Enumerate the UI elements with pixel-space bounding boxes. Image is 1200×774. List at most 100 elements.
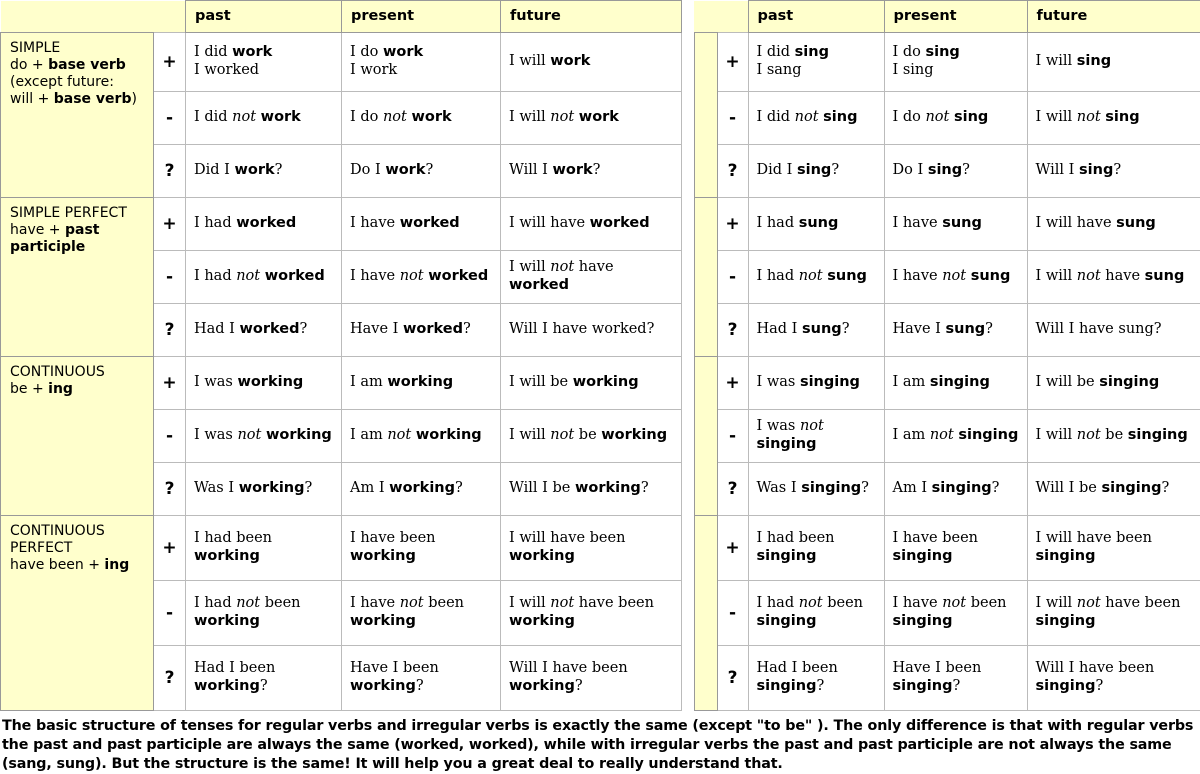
table-row: ? Was I singing? Am I singing? Will I be…	[682, 461, 1200, 516]
cell-continuous-negative-present: I am not singing	[883, 408, 1028, 463]
table-gap	[682, 356, 694, 515]
sign-positive: +	[716, 31, 749, 92]
cell-continuous-negative-future: I will not be working	[500, 408, 682, 463]
table-row: - I was not singing I am not singing I w…	[682, 408, 1200, 463]
cell-simple-positive-future: I will sing	[1026, 31, 1200, 92]
sign-positive: +	[716, 196, 749, 251]
tables-container: past present future SIMPLE do + base verb…	[0, 0, 1200, 711]
cell-continuous-question-present: Am I working?	[341, 461, 501, 516]
sign-question: ?	[153, 302, 186, 357]
cell-continuous-question-future: Will I be singing?	[1026, 461, 1200, 516]
section-label-spacer-simple-perfect	[693, 196, 718, 357]
cell-continuous-positive-future: I will be working	[500, 355, 682, 410]
cell-simple-perfect-question-future: Will I have worked?	[500, 302, 682, 357]
cell-continuous-perfect-question-future: Will I have been working?	[500, 644, 682, 711]
cell-continuous-positive-present: I am working	[341, 355, 501, 410]
table-header-row: past present future	[682, 0, 1200, 33]
cell-simple-perfect-positive-future: I will have sung	[1026, 196, 1200, 251]
cell-simple-positive-future: I will work	[500, 31, 682, 92]
cell-continuous-perfect-positive-future: I will have been singing	[1026, 514, 1200, 581]
cell-simple-question-past: Did I sing?	[747, 143, 885, 198]
sign-negative: -	[153, 579, 186, 646]
sign-question: ?	[716, 461, 749, 516]
table-row: ? Had I sung? Have I sung? Will I have s…	[682, 302, 1200, 357]
table-row: ? Did I sing? Do I sing? Will I sing?	[682, 143, 1200, 198]
cell-simple-perfect-positive-present: I have worked	[341, 196, 501, 251]
cell-simple-positive-present: I do sing I sing	[883, 31, 1028, 92]
cell-continuous-negative-past: I was not singing	[747, 408, 885, 463]
section-label-simple-perfect: SIMPLE PERFECT have + past participle	[0, 196, 154, 357]
cell-continuous-positive-past: I was working	[185, 355, 342, 410]
tenses-chart: past present future SIMPLE do + base verb…	[0, 0, 1200, 772]
sign-negative: -	[153, 90, 186, 145]
table-row: CONTINUOUS be + ing + I was working I am …	[0, 355, 682, 516]
cell-simple-perfect-negative-past: I had not sung	[747, 249, 885, 304]
cell-simple-positive-past: I did work I worked	[185, 31, 342, 92]
cell-continuous-perfect-question-past: Had I been working?	[185, 644, 342, 711]
cell-continuous-question-future: Will I be working?	[500, 461, 682, 516]
column-header-past: past	[185, 0, 342, 33]
section-continuous: CONTINUOUS be + ing + I was working I am …	[0, 355, 682, 516]
cell-continuous-perfect-question-future: Will I have been singing?	[1026, 644, 1200, 711]
table-gap	[682, 515, 694, 710]
header-sign-blank	[153, 0, 186, 32]
section-continuous-perfect: + I had been singing I have been singing I…	[682, 514, 1200, 711]
sign-negative: -	[153, 249, 186, 304]
sign-question: ?	[153, 461, 186, 516]
cell-simple-perfect-positive-past: I had worked	[185, 196, 342, 251]
cell-simple-perfect-question-present: Have I worked?	[341, 302, 501, 357]
cell-continuous-question-past: Was I working?	[185, 461, 342, 516]
header-corner-blank	[694, 0, 717, 32]
cell-continuous-question-present: Am I singing?	[883, 461, 1028, 516]
cell-simple-negative-present: I do not sing	[883, 90, 1028, 145]
section-continuous-perfect: CONTINUOUS PERFECT have been + ing + I had…	[0, 514, 682, 711]
cell-continuous-question-past: Was I singing?	[747, 461, 885, 516]
table-row: - I had not been singing I have not been s…	[682, 579, 1200, 646]
cell-simple-negative-future: I will not work	[500, 90, 682, 145]
section-label-spacer-simple	[693, 31, 718, 198]
sign-positive: +	[153, 355, 186, 410]
cell-simple-positive-present: I do work I work	[341, 31, 501, 92]
cell-simple-perfect-question-past: Had I sung?	[747, 302, 885, 357]
section-label-spacer-continuous-perfect	[693, 514, 718, 711]
cell-continuous-perfect-negative-future: I will not have been working	[500, 579, 682, 646]
column-header-present: present	[341, 0, 501, 33]
cell-simple-perfect-negative-present: I have not worked	[341, 249, 501, 304]
cell-continuous-negative-past: I was not working	[185, 408, 342, 463]
cell-continuous-perfect-negative-present: I have not been singing	[883, 579, 1028, 646]
table-row: SIMPLE do + base verb (except future: will …	[0, 31, 682, 198]
table-row: ? Had I been singing? Have I been singing?…	[682, 644, 1200, 711]
cell-simple-question-past: Did I work?	[185, 143, 342, 198]
cell-continuous-perfect-positive-future: I will have been working	[500, 514, 682, 581]
table-header-row: past present future	[0, 0, 682, 33]
cell-continuous-negative-future: I will not be singing	[1026, 408, 1200, 463]
regular-verb-table: past present future SIMPLE do + base verb…	[0, 0, 682, 711]
header-sign-blank	[717, 0, 748, 32]
sign-negative: -	[716, 90, 749, 145]
cell-continuous-perfect-positive-past: I had been working	[185, 514, 342, 581]
table-row: SIMPLE PERFECT have + past participle + I …	[0, 196, 682, 357]
section-continuous: + I was singing I am singing I will be s…	[682, 355, 1200, 516]
cell-continuous-perfect-positive-present: I have been working	[341, 514, 501, 581]
sign-positive: +	[716, 355, 749, 410]
cell-simple-perfect-positive-present: I have sung	[883, 196, 1028, 251]
cell-continuous-perfect-negative-past: I had not been singing	[747, 579, 885, 646]
cell-simple-negative-future: I will not sing	[1026, 90, 1200, 145]
sign-negative: -	[716, 579, 749, 646]
section-simple: + I did sing I sang I do sing I sing I wil…	[682, 31, 1200, 198]
column-header-future: future	[500, 0, 682, 33]
sign-question: ?	[716, 302, 749, 357]
sign-negative: -	[153, 408, 186, 463]
cell-continuous-perfect-question-present: Have I been singing?	[883, 644, 1028, 711]
sign-positive: +	[153, 514, 186, 581]
cell-simple-question-present: Do I work?	[341, 143, 501, 198]
sign-positive: +	[716, 514, 749, 581]
sign-question: ?	[153, 143, 186, 198]
section-label-simple: SIMPLE do + base verb (except future: will …	[0, 31, 154, 198]
table-row: CONTINUOUS PERFECT have been + ing + I had…	[0, 514, 682, 711]
section-simple-perfect: SIMPLE PERFECT have + past participle + I …	[0, 196, 682, 357]
cell-simple-question-future: Will I work?	[500, 143, 682, 198]
cell-continuous-perfect-positive-past: I had been singing	[747, 514, 885, 581]
sign-question: ?	[716, 644, 749, 711]
sign-positive: +	[153, 31, 186, 92]
